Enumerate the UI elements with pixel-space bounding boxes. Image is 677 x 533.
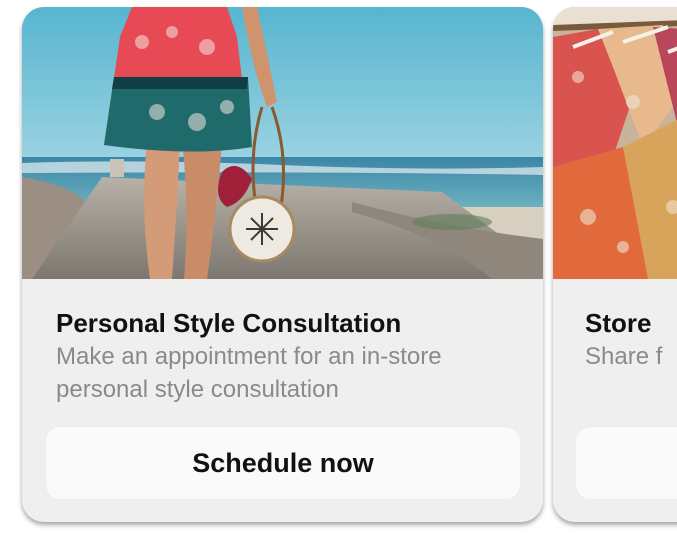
card-carousel[interactable]: Personal Style Consultation Make an appo…: [0, 0, 677, 533]
consultation-card[interactable]: Personal Style Consultation Make an appo…: [22, 7, 543, 522]
card-title: Personal Style Consultation: [56, 308, 402, 338]
card-description: Make an appointment for an in-store pers…: [56, 343, 442, 403]
card-title: Store: [585, 308, 652, 338]
card-description: Share f: [585, 343, 663, 370]
clothes-rack-photo: [553, 7, 677, 279]
beach-woman-skirt-photo: [22, 7, 543, 279]
schedule-now-button[interactable]: Schedule now: [46, 427, 520, 499]
store-card[interactable]: Store Share f S: [553, 7, 677, 522]
store-card-button[interactable]: S: [576, 427, 677, 499]
